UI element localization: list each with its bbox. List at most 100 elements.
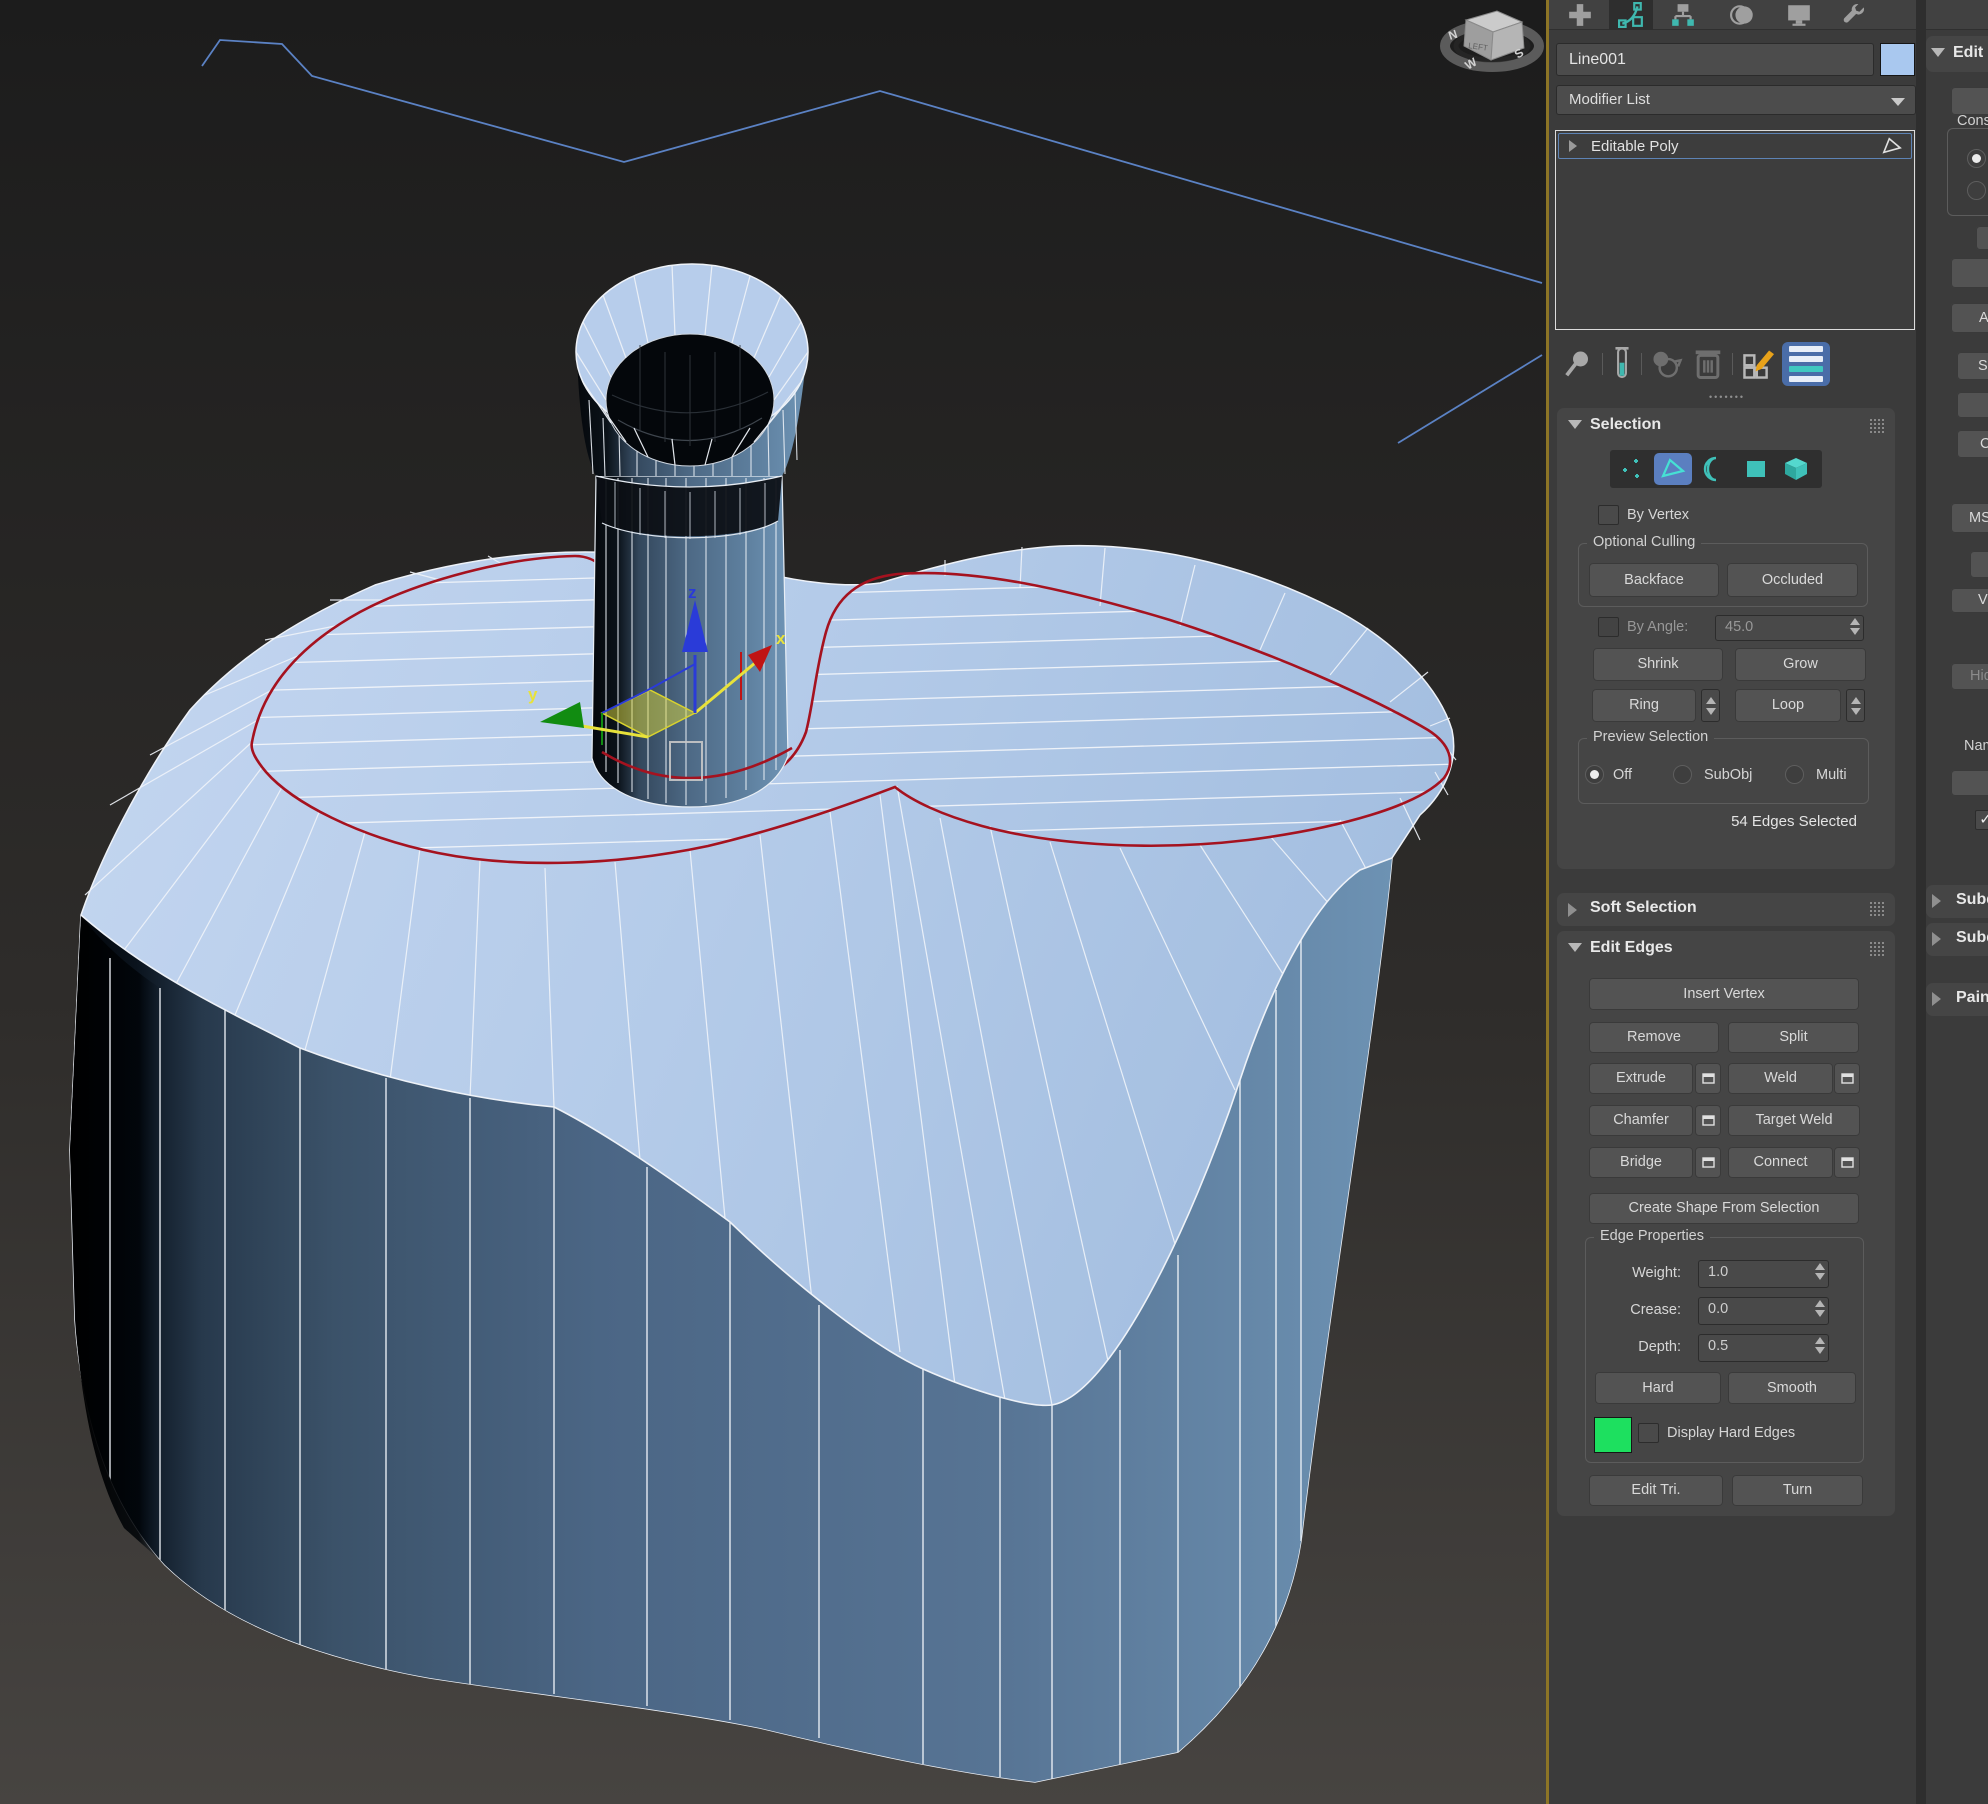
by-angle-field[interactable]: 45.0 (1715, 615, 1864, 641)
loop-button[interactable]: Loop (1735, 689, 1841, 722)
remove-modifier-icon[interactable] (1693, 348, 1723, 380)
weld-button[interactable]: Weld (1728, 1063, 1833, 1094)
connect-settings-button[interactable] (1834, 1147, 1860, 1178)
spinner-icon[interactable] (1815, 1337, 1825, 1354)
wrench-icon (1841, 2, 1867, 28)
display-hard-edges-checkbox[interactable] (1638, 1423, 1659, 1443)
rollout-selection-header[interactable]: Selection (1557, 416, 1895, 438)
smooth-button[interactable]: Smooth (1728, 1372, 1856, 1404)
preview-subobj-radio[interactable] (1673, 765, 1692, 784)
tab-create[interactable] (1558, 0, 1602, 30)
drag-grid-icon[interactable] (1869, 418, 1884, 433)
extrude-settings-button[interactable] (1695, 1063, 1721, 1094)
by-angle-checkbox[interactable] (1598, 617, 1619, 637)
slice-plane-button[interactable]: S (1957, 352, 1988, 380)
rollout-closed-arrow-icon (1568, 903, 1577, 917)
cut-button[interactable]: C (1957, 430, 1988, 458)
edge-properties-label: Edge Properties (1594, 1228, 1710, 1244)
hard-edge-color-swatch[interactable] (1594, 1417, 1632, 1453)
object-name-field[interactable]: Line001 (1556, 43, 1874, 76)
modifier-buttons-toggle[interactable] (1782, 342, 1830, 386)
rollout-soft-selection[interactable]: Soft Selection (1557, 893, 1895, 926)
named-copy-button[interactable] (1951, 770, 1988, 796)
spinner-icon[interactable] (1815, 1300, 1825, 1317)
make-unique-icon[interactable] (1651, 349, 1683, 379)
msmooth-button[interactable]: MS (1951, 503, 1988, 533)
stack-item-editable-poly[interactable]: Editable Poly (1558, 133, 1912, 159)
tab-utilities[interactable] (1832, 0, 1876, 30)
subobject-edge-button[interactable] (1654, 453, 1692, 485)
ring-button[interactable]: Ring (1592, 689, 1696, 722)
neck-cylinder[interactable] (576, 264, 808, 807)
modifier-stack[interactable]: Editable Poly (1555, 130, 1915, 330)
modifier-list-dropdown[interactable]: Modifier List (1556, 85, 1916, 115)
configure-modifier-sets-icon[interactable] (1742, 348, 1774, 380)
connect-button[interactable]: Connect (1728, 1147, 1833, 1178)
shrink-button[interactable]: Shrink (1593, 648, 1723, 681)
preserve-uvs-checkbox[interactable] (1976, 226, 1988, 250)
target-weld-button[interactable]: Target Weld (1728, 1105, 1860, 1136)
subobject-vertex-button[interactable] (1612, 453, 1650, 485)
tab-hierarchy[interactable] (1661, 0, 1705, 30)
delete-isolated-vertices-checkbox[interactable]: ✓ (1975, 810, 1988, 830)
expand-arrow-icon[interactable] (1569, 140, 1577, 152)
quickslice-button[interactable] (1957, 392, 1988, 418)
tab-display[interactable] (1777, 0, 1821, 30)
view-align-button[interactable]: V (1951, 588, 1988, 613)
spinner-icon[interactable] (1850, 618, 1860, 635)
panel-column-divider[interactable] (1916, 0, 1926, 1804)
subobject-border-button[interactable] (1696, 453, 1734, 485)
remove-button[interactable]: Remove (1589, 1022, 1719, 1053)
backface-button[interactable]: Backface (1589, 563, 1719, 597)
ring-spinner[interactable] (1701, 689, 1720, 722)
drag-grid-icon[interactable] (1869, 901, 1884, 916)
chamfer-settings-button[interactable] (1695, 1105, 1721, 1136)
command-panel: Line001 Modifier List Editable Poly (1546, 0, 1988, 1804)
weld-settings-button[interactable] (1834, 1063, 1860, 1094)
bridge-settings-button[interactable] (1695, 1147, 1721, 1178)
constraint-radio[interactable] (1967, 181, 1986, 200)
occluded-button[interactable]: Occluded (1727, 563, 1858, 597)
rollout-open-arrow-icon (1568, 943, 1582, 952)
panel-resize-handle[interactable]: ••••••• (1709, 392, 1745, 402)
subobject-polygon-button[interactable] (1737, 453, 1775, 485)
tab-modify[interactable] (1609, 0, 1653, 30)
extrude-button[interactable]: Extrude (1589, 1063, 1693, 1094)
spinner-icon[interactable] (1815, 1263, 1825, 1280)
make-planar-button[interactable]: N (1970, 551, 1988, 578)
show-end-result-icon[interactable] (1612, 347, 1632, 381)
insert-vertex-button[interactable]: Insert Vertex (1589, 978, 1859, 1010)
edit-tri-button[interactable]: Edit Tri. (1589, 1475, 1723, 1506)
constraint-radio-selected[interactable] (1967, 149, 1986, 168)
crease-label: Crease: (1597, 1302, 1681, 1318)
weight-field[interactable]: 1.0 (1698, 1260, 1829, 1288)
split-button[interactable]: Split (1728, 1022, 1859, 1053)
repeat-last-button[interactable] (1951, 87, 1988, 115)
crease-field[interactable]: 0.0 (1698, 1297, 1829, 1325)
rollout-edit-edges-header[interactable]: Edit Edges (1557, 939, 1895, 961)
create-shape-button[interactable]: Create Shape From Selection (1589, 1193, 1859, 1224)
create-button[interactable] (1951, 258, 1988, 288)
tab-motion[interactable] (1721, 0, 1765, 30)
by-vertex-checkbox[interactable] (1598, 505, 1619, 525)
hard-button[interactable]: Hard (1595, 1372, 1721, 1404)
preview-off-label: Off (1613, 767, 1632, 783)
depth-label: Depth: (1597, 1339, 1681, 1355)
attach-button[interactable]: A (1951, 303, 1988, 333)
pin-stack-icon[interactable] (1563, 349, 1593, 379)
bridge-button[interactable]: Bridge (1589, 1147, 1693, 1178)
hide-selected-button[interactable]: Hid (1951, 663, 1988, 690)
constraints-group-label: Cons (1957, 113, 1988, 129)
polygon-icon (1745, 458, 1767, 480)
loop-spinner[interactable] (1846, 689, 1865, 722)
viewport-3d[interactable]: z x y LEFT N W S (0, 0, 1546, 1804)
chamfer-button[interactable]: Chamfer (1589, 1105, 1693, 1136)
subobject-element-button[interactable] (1777, 453, 1815, 485)
preview-multi-radio[interactable] (1785, 765, 1804, 784)
turn-button[interactable]: Turn (1732, 1475, 1863, 1506)
grow-button[interactable]: Grow (1735, 648, 1866, 681)
drag-grid-icon[interactable] (1869, 941, 1884, 956)
object-color-swatch[interactable] (1880, 43, 1915, 76)
depth-field[interactable]: 0.5 (1698, 1334, 1829, 1362)
preview-off-radio[interactable] (1585, 765, 1604, 784)
